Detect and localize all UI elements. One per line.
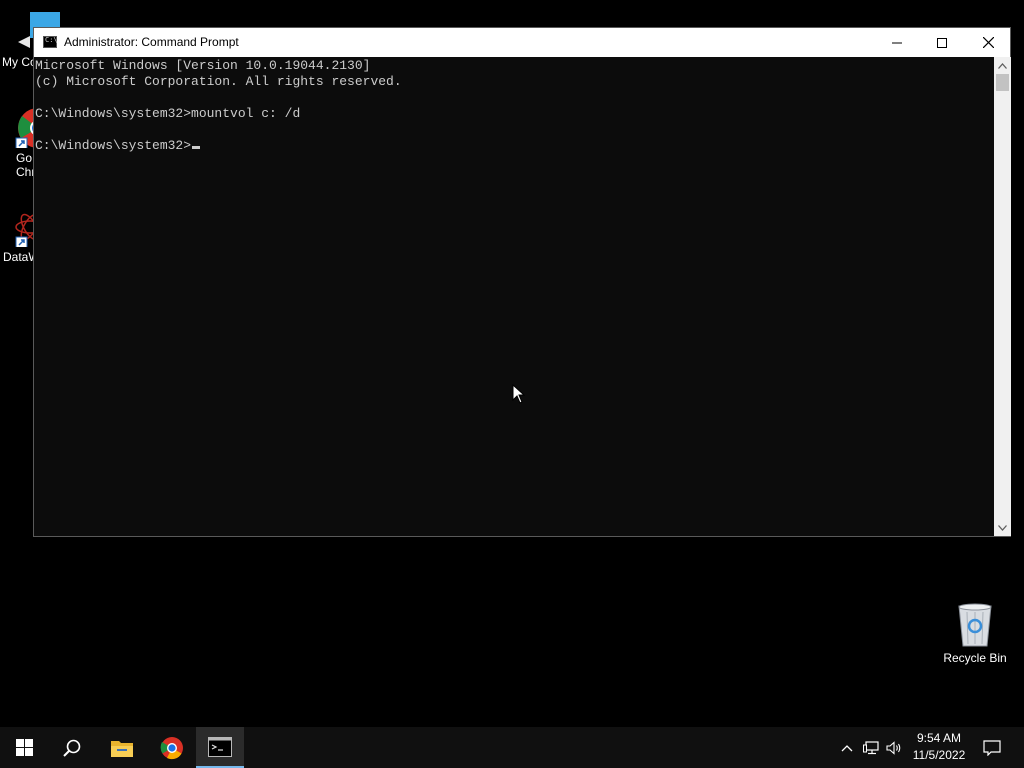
console-output[interactable]: Microsoft Windows [Version 10.0.19044.21… (34, 57, 994, 536)
console-line: C:\Windows\system32>mountvol c: /d (35, 106, 301, 121)
console-prompt-line[interactable]: C:\Windows\system32> (35, 138, 994, 154)
chrome-taskbar-button[interactable] (148, 727, 196, 768)
notifications-icon (983, 739, 1001, 756)
console-prompt: C:\Windows\system32> (35, 138, 192, 153)
network-icon (863, 740, 879, 754)
clock-time: 9:54 AM (916, 731, 962, 745)
close-icon (982, 37, 994, 48)
console-line: ​ (35, 122, 994, 138)
scrollbar-thumb[interactable] (996, 74, 1009, 91)
start-icon (15, 739, 33, 756)
chevron-up-icon (998, 62, 1007, 69)
start-button[interactable] (0, 727, 48, 768)
search-button[interactable] (48, 727, 96, 768)
command-prompt-taskbar-button[interactable] (196, 727, 244, 768)
close-button[interactable] (965, 28, 1011, 57)
scroll-down-button[interactable] (994, 519, 1011, 536)
chevron-up-icon (841, 744, 853, 751)
console-line: (c) Microsoft Corporation. All rights re… (35, 74, 402, 89)
taskbar: 9:54 AM 11/5/2022 (0, 727, 1024, 768)
maximize-button[interactable] (919, 28, 965, 57)
clock-date: 11/5/2022 (912, 748, 966, 762)
volume-icon (886, 740, 901, 755)
maximize-icon (937, 37, 947, 48)
command-prompt-icon: C:\ (43, 36, 58, 48)
chrome-icon (160, 736, 183, 759)
vertical-scrollbar[interactable] (994, 57, 1011, 536)
console-line: ​ (35, 90, 994, 106)
mouse-pointer-icon (512, 384, 525, 404)
command-prompt-icon (208, 736, 232, 757)
file-explorer-icon (111, 740, 133, 757)
desktop-icon-recycle-bin[interactable]: Recycle Bin (940, 602, 1010, 665)
show-hidden-icons-button[interactable] (838, 727, 856, 768)
window-titlebar[interactable]: C:\ Administrator: Command Prompt (34, 28, 1010, 57)
taskbar-clock[interactable]: 9:54 AM 11/5/2022 (906, 730, 972, 764)
file-explorer-button[interactable] (98, 727, 146, 768)
volume-button[interactable] (884, 727, 904, 768)
minimize-icon (892, 42, 902, 43)
chevron-down-icon (998, 524, 1007, 531)
scroll-up-button[interactable] (994, 57, 1011, 74)
console-line: Microsoft Windows [Version 10.0.19044.21… (35, 58, 371, 73)
action-center-button[interactable] (976, 727, 1008, 768)
window-title: Administrator: Command Prompt (64, 35, 239, 49)
minimize-button[interactable] (874, 28, 920, 57)
recycle-bin-icon (958, 603, 992, 647)
network-button[interactable] (860, 727, 882, 768)
desktop-icon-label: Recycle Bin (943, 651, 1007, 665)
search-icon (63, 739, 81, 757)
text-cursor (192, 146, 201, 149)
command-prompt-window[interactable]: C:\ Administrator: Command Prompt Micros… (33, 27, 1011, 537)
